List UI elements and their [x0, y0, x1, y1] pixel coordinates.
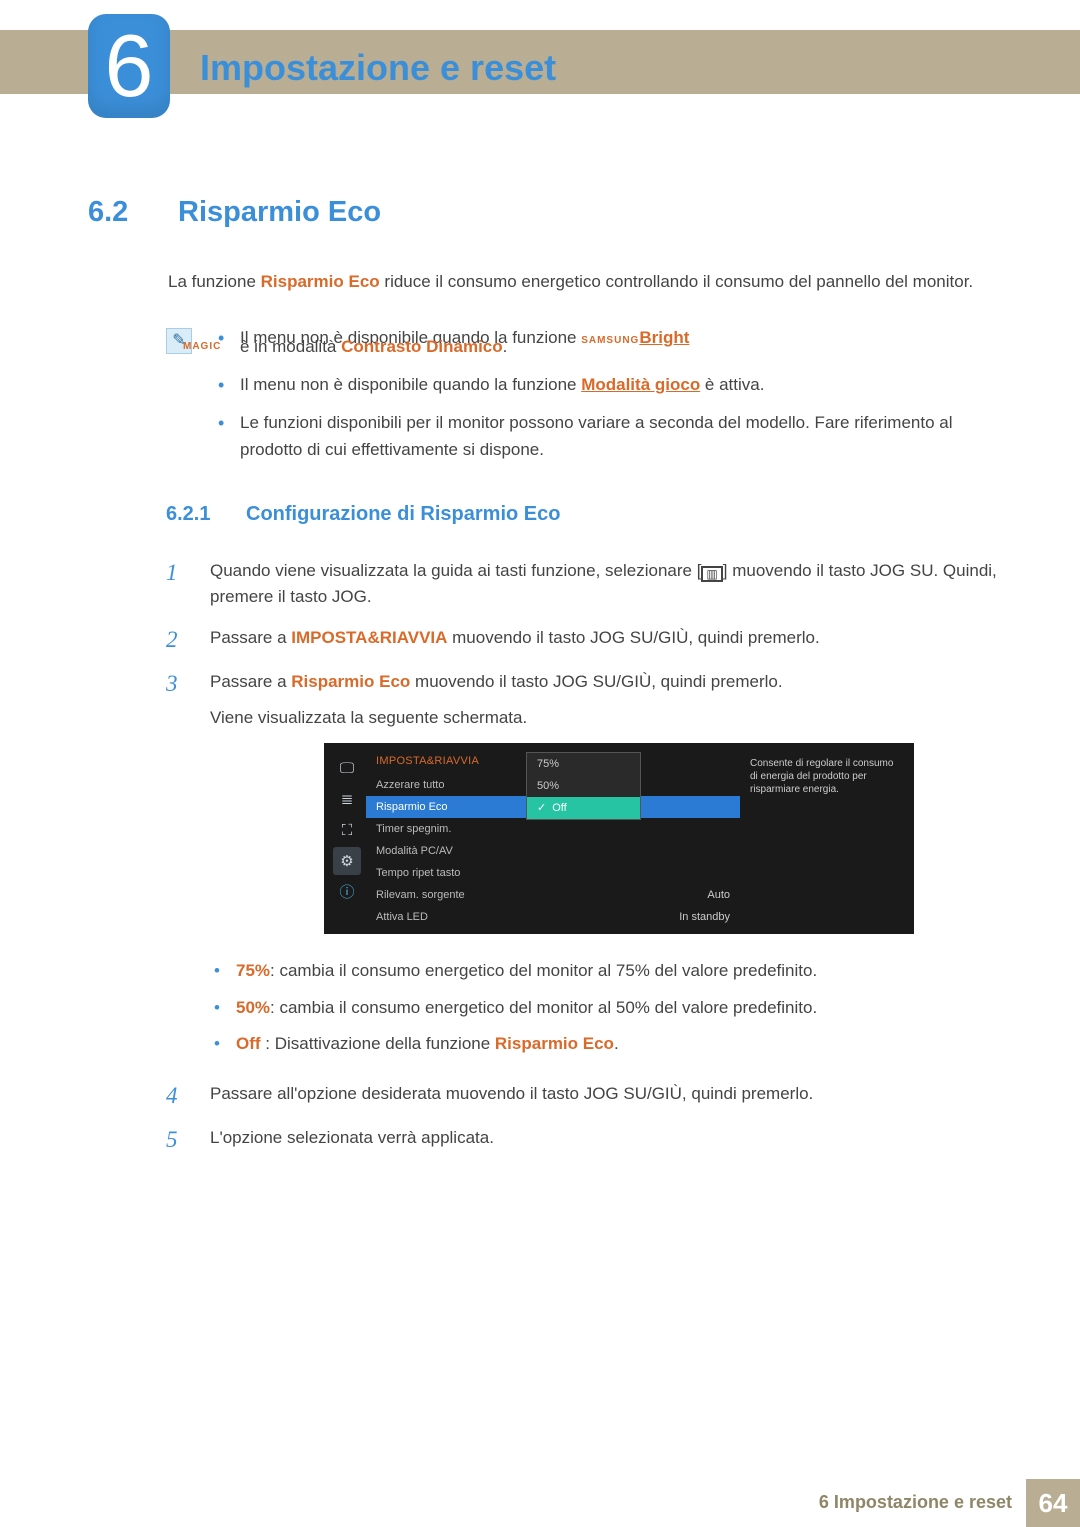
text: muovendo il tasto JOG SU/GIÙ, quindi pre…: [410, 672, 782, 691]
chapter-title: Impostazione e reset: [200, 40, 556, 96]
note-item: Il menu non è disponibile quando la funz…: [214, 325, 1002, 360]
menu-name: Risparmio Eco: [291, 672, 410, 691]
label: Timer spegnim.: [376, 821, 526, 838]
step-body: L'opzione selezionata verrà applicata.: [210, 1125, 1002, 1155]
step-number: 4: [166, 1081, 190, 1111]
note-item: Il menu non è disponibile quando la funz…: [214, 372, 1002, 398]
section-heading: 6.2 Risparmio Eco: [88, 190, 1002, 235]
subsection-number: 6.2.1: [166, 499, 224, 530]
step-number: 3: [166, 669, 190, 1068]
text: La funzione: [168, 272, 261, 291]
step: 1 Quando viene visualizzata la guida ai …: [166, 558, 1002, 611]
mode-game-link: Modalità gioco: [581, 375, 700, 394]
step: 5 L'opzione selezionata verrà applicata.: [166, 1125, 1002, 1155]
step-body: Passare all'opzione desiderata muovendo …: [210, 1081, 1002, 1111]
feature-name: Risparmio Eco: [261, 272, 380, 291]
osd-option-50: 50%: [527, 775, 640, 797]
note-item: Le funzioni disponibili per il monitor p…: [214, 410, 1002, 463]
osd-screenshot: 🖵 ≣ ⛶ ⚙ ⓘ IMPOSTA&RIAVVIA Azzerare tutto…: [324, 743, 1002, 934]
osd-sidebar: 🖵 ≣ ⛶ ⚙ ⓘ: [328, 747, 366, 930]
option-label: Off: [236, 1034, 261, 1053]
step: 4 Passare all'opzione desiderata muovend…: [166, 1081, 1002, 1111]
osd-option-popup: 75% 50% Off: [526, 752, 641, 820]
option-off: Off : Disattivazione della funzione Risp…: [210, 1031, 1002, 1057]
value: In standby: [526, 909, 730, 926]
value: Auto: [526, 887, 730, 904]
monitor-icon: 🖵: [333, 754, 361, 782]
list-icon: ≣: [333, 785, 361, 813]
osd-panel: 🖵 ≣ ⛶ ⚙ ⓘ IMPOSTA&RIAVVIA Azzerare tutto…: [324, 743, 914, 934]
label: Rilevam. sorgente: [376, 887, 526, 904]
osd-option-off: Off: [527, 797, 640, 819]
resize-icon: ⛶: [333, 816, 361, 844]
step-number: 5: [166, 1125, 190, 1155]
page-footer: 6 Impostazione e reset 64: [0, 1479, 1080, 1527]
text: Il menu non è disponibile quando la funz…: [240, 375, 581, 394]
feature-bright: Bright: [639, 328, 689, 347]
osd-row-led: Attiva LEDIn standby: [366, 906, 740, 928]
brand-samsung: SAMSUNG: [581, 335, 639, 346]
step-body: Passare a Risparmio Eco muovendo il tast…: [210, 669, 1002, 1068]
subsection-title: Configurazione di Risparmio Eco: [246, 499, 560, 530]
step-list: 1 Quando viene visualizzata la guida ai …: [166, 558, 1002, 1155]
label: Azzerare tutto: [376, 777, 526, 794]
text: Viene visualizzata la seguente schermata…: [210, 705, 1002, 731]
info-icon: ⓘ: [333, 878, 361, 906]
osd-option-75: 75%: [527, 753, 640, 775]
mode-contrast: Contrasto Dinamico: [341, 337, 503, 356]
chapter-number-badge: 6: [88, 14, 170, 118]
text: Passare a: [210, 628, 291, 647]
step-body: Passare a IMPOSTA&RIAVVIA muovendo il ta…: [210, 625, 1002, 655]
osd-main: IMPOSTA&RIAVVIA Azzerare tutto Risparmio…: [366, 747, 740, 930]
text: è in modalità: [240, 337, 341, 356]
osd-row-pcav: Modalità PC/AV: [366, 840, 740, 862]
note-block: ✎ Il menu non è disponibile quando la fu…: [166, 325, 1002, 475]
footer-chapter-label: 6 Impostazione e reset: [819, 1489, 1012, 1517]
osd-help-text: Consente di regolare il consumo di energ…: [740, 747, 910, 930]
subsection-heading: 6.2.1 Configurazione di Risparmio Eco: [166, 499, 1002, 530]
text: Quando viene visualizzata la guida ai ta…: [210, 561, 701, 580]
step: 3 Passare a Risparmio Eco muovendo il ta…: [166, 669, 1002, 1068]
osd-row-detect: Rilevam. sorgenteAuto: [366, 884, 740, 906]
label: Risparmio Eco: [376, 799, 526, 816]
osd-row-timer: Timer spegnim.: [366, 818, 740, 840]
option-label: 75%: [236, 961, 270, 980]
text: Passare a: [210, 672, 291, 691]
section-title: Risparmio Eco: [178, 190, 381, 235]
option-75: 75%: cambia il consumo energetico del mo…: [210, 958, 1002, 984]
label: Attiva LED: [376, 909, 526, 926]
text: .: [614, 1034, 619, 1053]
brand-magic: MAGIC: [183, 339, 221, 355]
step-body: Quando viene visualizzata la guida ai ta…: [210, 558, 1002, 611]
osd-row-repeat: Tempo ripet tasto: [366, 862, 740, 884]
note-list: Il menu non è disponibile quando la funz…: [214, 325, 1002, 475]
step-number: 1: [166, 558, 190, 611]
option-descriptions: 75%: cambia il consumo energetico del mo…: [210, 958, 1002, 1057]
menu-name: IMPOSTA&RIAVVIA: [291, 628, 447, 647]
menu-icon-glyph: ▥: [701, 566, 722, 582]
step-number: 2: [166, 625, 190, 655]
label: Tempo ripet tasto: [376, 865, 526, 882]
option-50: 50%: cambia il consumo energetico del mo…: [210, 995, 1002, 1021]
gear-icon: ⚙: [333, 847, 361, 875]
feature-name: Risparmio Eco: [495, 1034, 614, 1053]
text: è attiva.: [700, 375, 764, 394]
text: : cambia il consumo energetico del monit…: [270, 961, 817, 980]
text: .: [503, 337, 508, 356]
page-number: 64: [1026, 1479, 1080, 1527]
text: : cambia il consumo energetico del monit…: [270, 998, 817, 1017]
section-intro: La funzione Risparmio Eco riduce il cons…: [168, 269, 1002, 295]
text: : Disattivazione della funzione: [261, 1034, 495, 1053]
text: riduce il consumo energetico controlland…: [380, 272, 973, 291]
step: 2 Passare a IMPOSTA&RIAVVIA muovendo il …: [166, 625, 1002, 655]
page-content: 6.2 Risparmio Eco La funzione Risparmio …: [88, 190, 1002, 1169]
option-label: 50%: [236, 998, 270, 1017]
section-number: 6.2: [88, 190, 150, 235]
text: muovendo il tasto JOG SU/GIÙ, quindi pre…: [447, 628, 819, 647]
label: Modalità PC/AV: [376, 843, 526, 860]
